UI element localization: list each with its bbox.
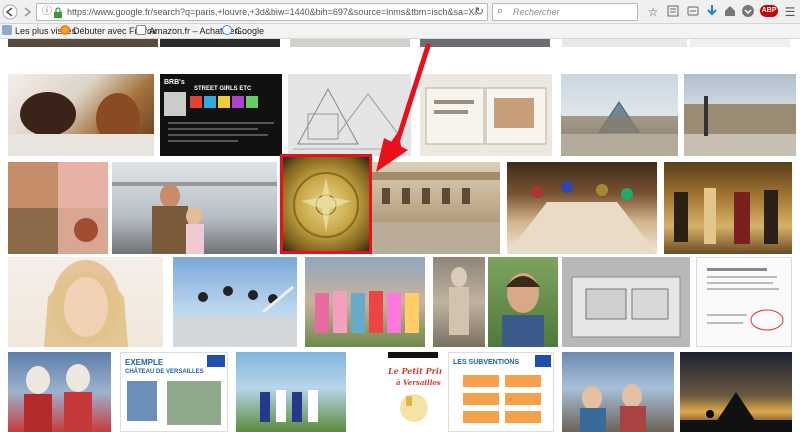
image-result-document[interactable]	[696, 257, 792, 347]
google-icon	[222, 25, 232, 35]
image-result[interactable]	[562, 39, 687, 47]
image-result-fashion-collage[interactable]	[8, 162, 108, 254]
image-result[interactable]	[420, 39, 550, 47]
image-result-jumping-people[interactable]	[173, 257, 297, 347]
image-result-statue[interactable]	[433, 257, 485, 347]
image-result-coronation-painting[interactable]	[664, 162, 792, 254]
firefox-icon	[60, 25, 70, 35]
image-result-cheerleaders[interactable]	[236, 352, 346, 432]
image-result[interactable]	[160, 39, 280, 47]
padlock-icon[interactable]	[53, 6, 63, 18]
amazon-icon	[136, 25, 146, 35]
image-result-painting-staircase[interactable]	[507, 162, 657, 254]
image-result-people-plaza[interactable]	[562, 352, 674, 432]
bookmark-star-icon[interactable]: ☆	[645, 4, 661, 20]
image-result-sketch[interactable]	[288, 74, 411, 156]
reading-list-icon[interactable]	[665, 4, 681, 20]
forward-arrow-icon[interactable]	[19, 4, 35, 20]
image-result-louvre-pyramid[interactable]	[561, 74, 678, 156]
menu-hamburger-icon[interactable]: ☰	[782, 4, 798, 20]
image-result-costumed-people[interactable]	[8, 352, 111, 432]
home-icon[interactable]	[722, 4, 738, 20]
address-bar[interactable]: ⓘ https://www.google.fr/search?q=paris,+…	[36, 3, 488, 21]
highlight-box	[280, 154, 372, 254]
image-result[interactable]	[8, 39, 158, 47]
image-result-louvre-courtyard[interactable]	[684, 74, 796, 156]
back-arrow-icon[interactable]	[2, 4, 18, 20]
image-result-group-girls[interactable]	[305, 257, 425, 347]
reload-icon[interactable]: ↻	[475, 5, 484, 18]
image-results-grid: BRB's STREET GIRLS ETC EXEMPLE CHÂTEAU D…	[0, 39, 800, 432]
image-result-sketchbook[interactable]	[420, 74, 552, 156]
image-result-man-portrait[interactable]	[488, 257, 558, 347]
bookmark-label: Google	[235, 26, 265, 36]
image-result-subventions[interactable]: LES SUBVENTIONS	[448, 352, 554, 432]
image-result-portrait[interactable]	[8, 257, 163, 347]
image-result-baby-teddy[interactable]	[8, 74, 154, 156]
browser-toolbar: ⓘ https://www.google.fr/search?q=paris,+…	[0, 0, 800, 24]
bookmarks-bar: Les plus visités Débuter avec Firefox Am…	[0, 24, 800, 39]
image-result-family-metro[interactable]	[112, 162, 277, 254]
image-result-sunset-silhouette[interactable]	[680, 352, 792, 432]
image-result-flyer[interactable]: BRB's STREET GIRLS ETC	[160, 74, 282, 156]
sync-icon[interactable]	[685, 4, 701, 20]
image-result-versailles-slide[interactable]: EXEMPLE CHÂTEAU DE VERSAILLES	[120, 352, 228, 432]
pocket-icon[interactable]	[740, 4, 756, 20]
image-result-3d-model[interactable]	[562, 257, 690, 347]
image-result-louvre-facade[interactable]	[372, 162, 500, 254]
url-text[interactable]: https://www.google.fr/search?q=paris,+lo…	[67, 6, 477, 18]
folder-icon	[2, 25, 12, 35]
site-info-icon[interactable]: ⓘ	[41, 6, 53, 18]
search-placeholder: Rechercher	[513, 7, 560, 17]
browser-search-bar[interactable]: ⌕ Rechercher	[492, 3, 638, 21]
image-result[interactable]	[690, 39, 790, 47]
download-icon[interactable]	[704, 4, 720, 20]
image-result-petit-prince[interactable]: Le Petit Prince à Versailles	[352, 352, 442, 432]
search-icon: ⌕	[497, 5, 504, 17]
bookmark-google[interactable]: Google	[222, 25, 264, 38]
image-result[interactable]	[290, 39, 410, 47]
adblock-icon[interactable]: ABP	[760, 5, 778, 17]
